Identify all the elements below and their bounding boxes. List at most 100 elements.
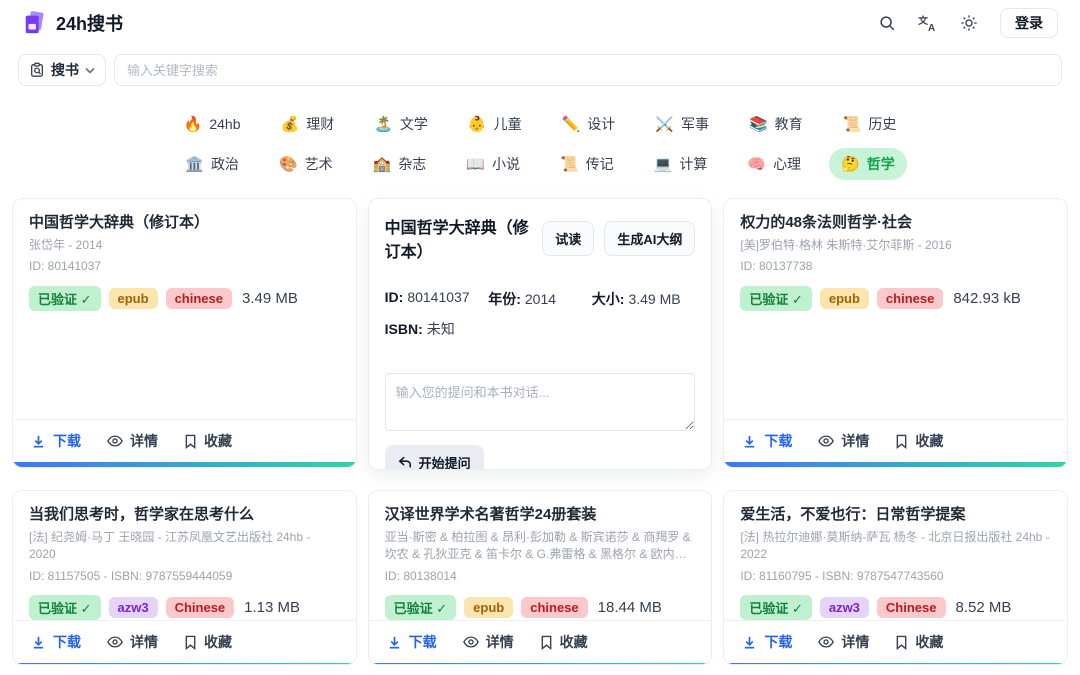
favorite-button[interactable]: 收藏 [895, 632, 943, 652]
details-button[interactable]: 详情 [818, 632, 869, 652]
card-accent-bar [724, 462, 1067, 467]
palette-icon: 🎨 [279, 155, 298, 173]
book-id: ID: 80138014 [385, 568, 696, 585]
eye-icon [818, 434, 834, 448]
book-title[interactable]: 当我们思考时，哲学家在思考什么 [29, 504, 340, 525]
expanded-card-header: 中国哲学大辞典（修订本） 试读 生成AI大纲 [369, 199, 712, 275]
book-title[interactable]: 权力的48条法则哲学·社会 [740, 212, 1051, 233]
language-badge: Chinese [877, 597, 946, 618]
badge-row: 已验证 ✓ epub chinese 842.93 kB [740, 286, 1051, 311]
category-row-1: 🔥24hb 💰理财 🏝️文学 👶儿童 ✏️设计 ⚔️军事 📚教育 📜历史 [172, 108, 909, 140]
search-row: 搜书 [18, 54, 1062, 86]
scroll-icon: 📜 [560, 155, 579, 173]
verified-badge: 已验证 ✓ [740, 595, 812, 620]
category-licai[interactable]: 💰理财 [269, 108, 347, 140]
category-zazhi[interactable]: 🏫杂志 [361, 148, 439, 180]
search-mode-select[interactable]: 搜书 [18, 54, 106, 86]
book-grid: 中国哲学大辞典（修订本） 张岱年 - 2014 ID: 80141037 已验证… [12, 198, 1068, 665]
card-accent-bar [724, 663, 1067, 664]
file-size: 18.44 MB [598, 599, 662, 616]
category-sheji[interactable]: ✏️设计 [550, 108, 628, 140]
search-input[interactable] [114, 54, 1062, 86]
download-button[interactable]: 下载 [742, 632, 792, 652]
book-id-field: ID:80141037 [385, 289, 489, 309]
eye-icon [107, 635, 123, 649]
card-accent-bar [369, 663, 712, 664]
book-author-year: 张岱年 - 2014 [29, 237, 340, 254]
format-badge: epub [109, 288, 158, 309]
generate-ai-outline-button[interactable]: 生成AI大纲 [604, 221, 695, 256]
book-id: ID: 81160795 - ISBN: 9787547743560 [740, 568, 1051, 585]
favorite-button[interactable]: 收藏 [184, 632, 232, 652]
format-badge: azw3 [820, 597, 869, 618]
language-badge: chinese [877, 288, 943, 309]
chevron-down-icon [85, 67, 95, 74]
thinking-face-icon: 🤔 [841, 155, 860, 173]
preview-button[interactable]: 试读 [542, 221, 594, 256]
start-asking-button[interactable]: 开始提问 [385, 445, 484, 470]
search-icon[interactable] [878, 14, 896, 32]
category-zhexue-selected[interactable]: 🤔哲学 [829, 148, 907, 180]
category-24hb[interactable]: 🔥24hb [172, 109, 253, 139]
category-row-2: 🏛️政治 🎨艺术 🏫杂志 📖小说 📜传记 💻计算 🧠心理 🤔哲学 [173, 148, 907, 180]
book-title[interactable]: 爱生活，不爱也行：日常哲学提案 [740, 504, 1051, 525]
category-jisuan[interactable]: 💻计算 [642, 148, 720, 180]
category-xiaoshuo[interactable]: 📖小说 [454, 148, 532, 180]
book-author-year: [法] 热拉尔迪娜·莫斯纳-萨瓦 杨冬 - 北京日报出版社 24hb - 202… [740, 529, 1051, 564]
download-button[interactable]: 下载 [387, 632, 437, 652]
book-isbn-field: ISBN:未知 [385, 319, 696, 339]
details-button[interactable]: 详情 [818, 431, 869, 451]
login-button[interactable]: 登录 [1000, 8, 1058, 38]
bookmark-icon [895, 635, 908, 650]
category-junshi[interactable]: ⚔️军事 [643, 108, 721, 140]
brand[interactable]: 24h搜书 [22, 10, 123, 36]
brain-icon: 🧠 [747, 155, 766, 173]
details-button[interactable]: 详情 [463, 632, 514, 652]
eye-icon [818, 635, 834, 649]
format-badge: epub [464, 597, 513, 618]
favorite-button[interactable]: 收藏 [184, 431, 232, 451]
book-id: ID: 80137738 [740, 258, 1051, 275]
theme-sun-icon[interactable] [960, 14, 978, 32]
category-yishu[interactable]: 🎨艺术 [267, 148, 345, 180]
category-zhuanji[interactable]: 📜传记 [548, 148, 626, 180]
download-icon [31, 434, 46, 449]
card-actions: 下载 详情 收藏 [13, 620, 356, 663]
language-badge: chinese [166, 288, 232, 309]
verified-badge: 已验证 ✓ [385, 595, 457, 620]
favorite-button[interactable]: 收藏 [895, 431, 943, 451]
book-title[interactable]: 中国哲学大辞典（修订本） [29, 212, 340, 233]
category-xinli[interactable]: 🧠心理 [735, 148, 813, 180]
format-badge: epub [820, 288, 869, 309]
baby-icon: 👶 [468, 115, 487, 133]
download-button[interactable]: 下载 [31, 431, 81, 451]
card-actions: 下载 详情 收藏 [13, 419, 356, 462]
brand-logo-icon [22, 10, 48, 36]
island-icon: 🏝️ [374, 115, 393, 133]
category-zhengzhi[interactable]: 🏛️政治 [173, 148, 251, 180]
translate-icon[interactable]: 文 A [918, 14, 938, 32]
top-bar: 24h搜书 文 A 登录 [0, 0, 1080, 46]
books-icon: 📚 [749, 115, 768, 133]
book-info-section: ID:80141037 年份:2014 大小:3.49 MB ISBN:未知 [369, 275, 712, 361]
details-button[interactable]: 详情 [107, 431, 158, 451]
category-lishi[interactable]: 📜历史 [831, 108, 909, 140]
favorite-button[interactable]: 收藏 [540, 632, 588, 652]
badge-row: 已验证 ✓ azw3 Chinese 1.13 MB [29, 595, 340, 620]
category-ertong[interactable]: 👶儿童 [456, 108, 534, 140]
book-card: 中国哲学大辞典（修订本） 张岱年 - 2014 ID: 80141037 已验证… [12, 198, 357, 468]
book-year-field: 年份:2014 [488, 289, 592, 309]
download-button[interactable]: 下载 [742, 431, 792, 451]
download-button[interactable]: 下载 [31, 632, 81, 652]
category-wenxue[interactable]: 🏝️文学 [362, 108, 440, 140]
ask-book-textarea[interactable] [385, 373, 696, 431]
language-badge: chinese [521, 597, 587, 618]
book-title[interactable]: 汉译世界学术名著哲学24册套装 [385, 504, 696, 525]
verified-badge: 已验证 ✓ [29, 286, 101, 311]
details-button[interactable]: 详情 [107, 632, 158, 652]
file-size: 3.49 MB [242, 290, 298, 307]
book-author-year: [法] 纪尧姆·马丁 王晓园 - 江苏凤凰文艺出版社 24hb - 2020 [29, 529, 340, 564]
category-jiaoyu[interactable]: 📚教育 [737, 108, 815, 140]
download-icon [742, 434, 757, 449]
bookmark-icon [540, 635, 553, 650]
